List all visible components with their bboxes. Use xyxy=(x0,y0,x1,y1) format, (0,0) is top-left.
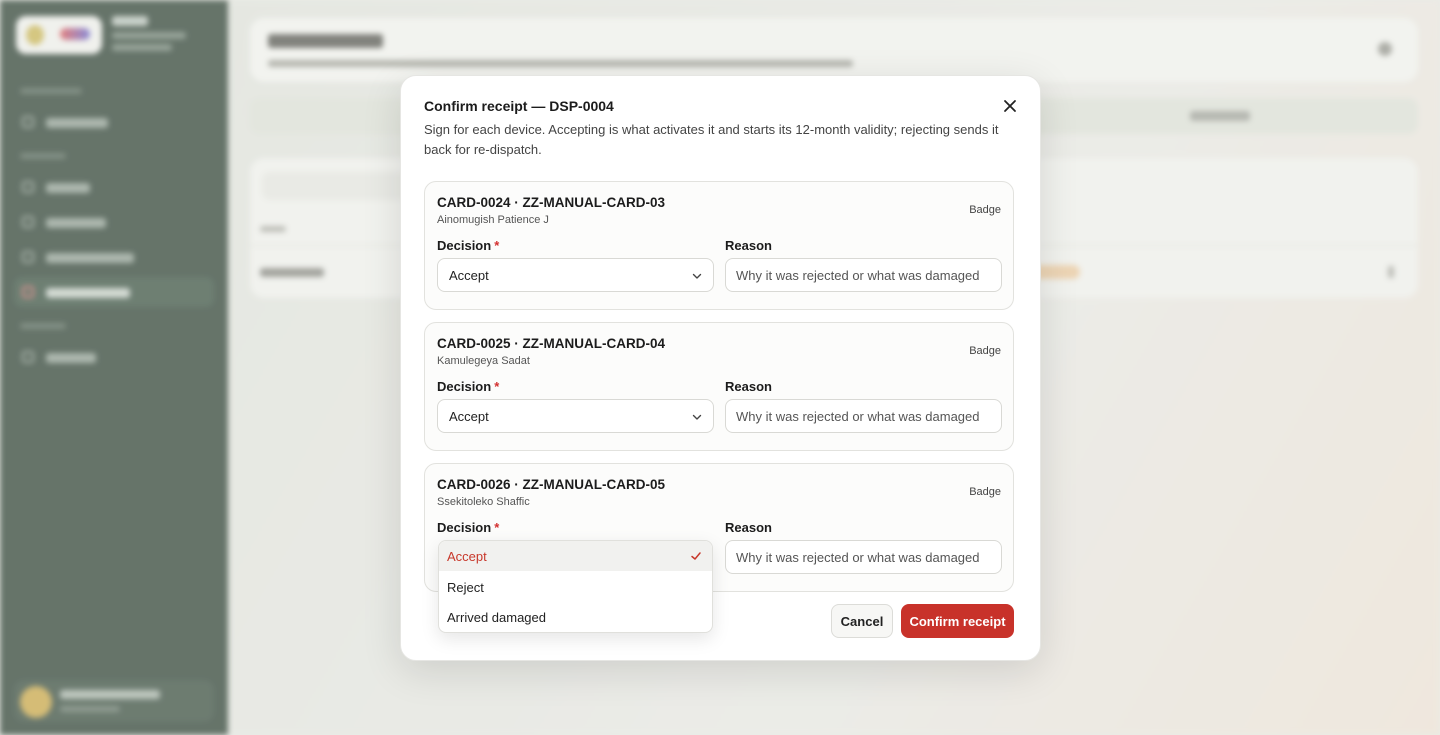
dropdown-option-accept[interactable]: Accept xyxy=(439,541,712,571)
decision-select[interactable]: Accept xyxy=(437,258,714,292)
dialog-title: Confirm receipt — DSP-0004 xyxy=(424,98,614,114)
decision-label: Decision * xyxy=(437,238,500,253)
device-holder: Ssekitoleko Shaffic xyxy=(437,496,530,508)
confirm-receipt-button[interactable]: Confirm receipt xyxy=(901,604,1014,638)
option-label: Reject xyxy=(447,580,484,595)
dropdown-option-arrived-damaged[interactable]: Arrived damaged xyxy=(439,602,712,632)
reason-label: Reason xyxy=(725,520,772,535)
reason-label: Reason xyxy=(725,379,772,394)
chevron-down-icon xyxy=(692,273,702,279)
dropdown-option-reject[interactable]: Reject xyxy=(439,572,712,602)
device-card: CARD-0024 · ZZ-MANUAL-CARD-03 Ainomugish… xyxy=(424,181,1014,310)
device-type: Badge xyxy=(969,345,1001,357)
reason-input[interactable] xyxy=(725,258,1002,292)
reason-input[interactable] xyxy=(725,540,1002,574)
device-type: Badge xyxy=(969,204,1001,216)
device-code: CARD-0024 · ZZ-MANUAL-CARD-03 xyxy=(437,195,666,210)
decision-dropdown-menu: Accept Reject Arrived damaged xyxy=(438,540,713,633)
dialog-description: Sign for each device. Accepting is what … xyxy=(424,122,999,157)
device-code: CARD-0026 · ZZ-MANUAL-CARD-05 xyxy=(437,477,666,492)
cancel-button[interactable]: Cancel xyxy=(831,604,893,638)
reason-label: Reason xyxy=(725,238,772,253)
device-card: CARD-0025 · ZZ-MANUAL-CARD-04 Kamulegeya… xyxy=(424,322,1014,451)
device-code: CARD-0025 · ZZ-MANUAL-CARD-04 xyxy=(437,336,666,351)
decision-select[interactable]: Accept xyxy=(437,399,714,433)
device-holder: Ainomugish Patience J xyxy=(437,214,549,226)
device-holder: Kamulegeya Sadat xyxy=(437,355,530,367)
device-type: Badge xyxy=(969,486,1001,498)
option-label: Accept xyxy=(447,549,487,564)
decision-label: Decision * xyxy=(437,520,500,535)
option-label: Arrived damaged xyxy=(447,610,546,625)
decision-value: Accept xyxy=(449,268,489,283)
decision-label: Decision * xyxy=(437,379,500,394)
check-icon xyxy=(691,552,701,560)
close-icon[interactable] xyxy=(1001,97,1019,115)
decision-value: Accept xyxy=(449,409,489,424)
chevron-down-icon xyxy=(692,414,702,420)
reason-input[interactable] xyxy=(725,399,1002,433)
